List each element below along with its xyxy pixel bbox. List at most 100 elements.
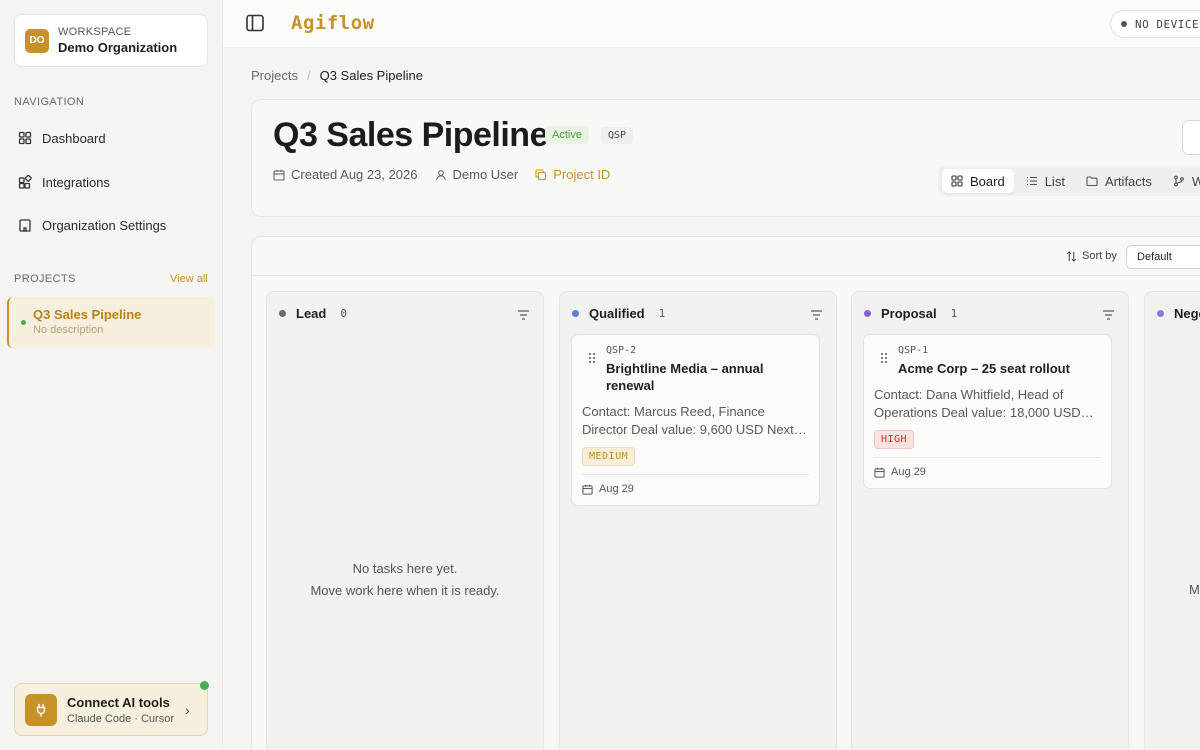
task-title: Acme Corp – 25 seat rollout	[898, 361, 1070, 376]
task-footer: Aug 29	[874, 457, 1101, 478]
view-switcher: Board List Artifacts W	[938, 166, 1200, 196]
priority-badge: HIGH	[874, 430, 915, 449]
column-title: Lead	[296, 306, 327, 321]
task-due-date: Aug 29	[599, 483, 634, 495]
column-status-dot	[1157, 310, 1164, 317]
empty-state-line: Move work here when it is ready.	[310, 583, 500, 598]
navigation-heading: NAVIGATION	[14, 96, 85, 108]
column-count: 1	[950, 307, 958, 320]
calendar-icon	[582, 484, 593, 495]
column-status-dot	[864, 310, 871, 317]
topbar: Agiflow NO DEVICES	[223, 0, 1200, 48]
projects-heading: PROJECTS	[14, 273, 76, 285]
created-date: Created Aug 23, 2026	[273, 167, 418, 182]
task-due-date: Aug 29	[891, 466, 926, 478]
nav-item-organization-settings[interactable]: Organization Settings	[14, 208, 210, 242]
branch-icon	[1174, 175, 1184, 187]
copy-project-id-button[interactable]: Project ID	[535, 167, 610, 182]
empty-state-line: Mo	[1189, 582, 1200, 597]
filter-icon[interactable]	[1102, 308, 1115, 326]
created-text: Created Aug 23, 2026	[291, 167, 418, 182]
column-title: Qualified	[589, 306, 645, 321]
task-description: Contact: Marcus Reed, Finance Director D…	[582, 404, 807, 437]
dashboard-icon	[18, 131, 32, 145]
breadcrumb-separator: /	[306, 68, 311, 83]
tab-list[interactable]: List	[1017, 169, 1074, 193]
devices-label: NO DEVICES	[1135, 17, 1200, 31]
project-meta: Created Aug 23, 2026 Demo User Project I…	[273, 167, 627, 182]
tab-board[interactable]: Board	[942, 169, 1014, 193]
board-toolbar: Sort by Default	[252, 237, 1200, 276]
breadcrumb-projects-link[interactable]: Projects	[251, 68, 298, 83]
breadcrumb-current: Q3 Sales Pipeline	[319, 68, 423, 83]
tab-label: List	[1044, 173, 1065, 189]
task-card[interactable]: QSP-1 Acme Corp – 25 seat rollout Contac…	[863, 334, 1112, 489]
column-status-dot	[279, 310, 286, 317]
tab-artifacts[interactable]: Artifacts	[1077, 169, 1161, 193]
column-title: Proposal	[881, 306, 937, 321]
column-header: Proposal 1	[864, 306, 957, 321]
building-icon	[18, 218, 32, 232]
sidebar-project-name: Q3 Sales Pipeline	[33, 307, 142, 322]
sidebar-project-item[interactable]: Q3 Sales Pipeline No description	[7, 297, 215, 348]
nav-item-label: Integrations	[42, 174, 110, 190]
column-proposal: Proposal 1 QSP-1 Acme Corp – 25 seat rol…	[851, 291, 1129, 750]
nav-item-dashboard[interactable]: Dashboard	[14, 121, 210, 155]
drag-handle-icon[interactable]	[588, 351, 596, 369]
sidebar-project-description: No description	[33, 324, 104, 336]
column-count: 1	[658, 307, 666, 320]
column-header: Nego	[1157, 306, 1200, 321]
empty-state: No tasks here yet. Move work here when i…	[267, 558, 543, 602]
filter-icon[interactable]	[810, 308, 823, 326]
workspace-name: Demo Organization	[58, 40, 178, 55]
connection-status-dot	[200, 681, 209, 690]
project-id-label: Project ID	[553, 167, 611, 182]
nav-item-label: Organization Settings	[42, 217, 167, 233]
workspace-label: WORKSPACE	[58, 26, 132, 38]
integrations-icon	[18, 175, 32, 189]
tab-label: Board	[970, 173, 1005, 189]
drag-handle-icon[interactable]	[880, 351, 888, 369]
tab-workflow[interactable]: W	[1164, 169, 1200, 193]
column-qualified: Qualified 1 QSP-2 Brightline Media – ann…	[559, 291, 837, 750]
filter-icon[interactable]	[517, 308, 530, 326]
task-key: QSP-2	[606, 345, 637, 356]
project-action-button[interactable]	[1182, 120, 1200, 155]
status-badge: Active	[545, 126, 589, 144]
kanban-board: Sort by Default Lead 0 No tasks here yet…	[251, 236, 1200, 750]
tab-label: W	[1191, 173, 1200, 189]
project-key-badge: QSP	[601, 127, 634, 144]
page-title: Q3 Sales Pipeline	[273, 116, 548, 154]
calendar-icon	[874, 467, 885, 478]
grid-icon	[951, 175, 963, 187]
column-count: 0	[340, 307, 347, 320]
device-status-dot	[1121, 21, 1127, 27]
tab-label: Artifacts	[1104, 173, 1152, 189]
project-owner: Demo User	[435, 167, 519, 182]
sidebar-toggle-button[interactable]	[245, 13, 267, 35]
view-all-projects-link[interactable]: View all	[170, 273, 208, 285]
copy-icon	[535, 168, 547, 180]
sort-select[interactable]: Default	[1126, 245, 1200, 269]
workspace-switcher[interactable]: DO WORKSPACE Demo Organization	[14, 14, 208, 67]
nav-item-label: Dashboard	[42, 130, 106, 146]
owner-name: Demo User	[452, 167, 519, 182]
column-negotiation: Nego Mo	[1144, 291, 1200, 750]
devices-status[interactable]: NO DEVICES	[1110, 10, 1200, 38]
plug-icon	[25, 693, 57, 726]
project-status-dot	[21, 320, 26, 325]
nav-item-integrations[interactable]: Integrations	[14, 165, 210, 199]
sidebar: DO WORKSPACE Demo Organization NAVIGATIO…	[0, 0, 223, 750]
task-title: Brightline Media – annual renewal	[606, 361, 764, 393]
task-card[interactable]: QSP-2 Brightline Media – annual renewal …	[571, 334, 820, 506]
app-logo[interactable]: Agiflow	[291, 12, 375, 34]
chevron-right-icon: ›	[185, 701, 190, 718]
task-description: Contact: Dana Whitfield, Head of Operati…	[874, 387, 1094, 420]
connect-ai-tools-button[interactable]: Connect AI tools Claude Code · Cursor ›	[14, 681, 209, 736]
task-footer: Aug 29	[582, 474, 809, 495]
project-header: Q3 Sales Pipeline Active QSP Created Aug…	[251, 99, 1200, 217]
column-header: Qualified 1	[572, 306, 665, 321]
ai-tools-title: Connect AI tools	[67, 694, 170, 710]
column-title: Nego	[1174, 306, 1200, 321]
sidebar-toggle-icon	[246, 14, 264, 32]
